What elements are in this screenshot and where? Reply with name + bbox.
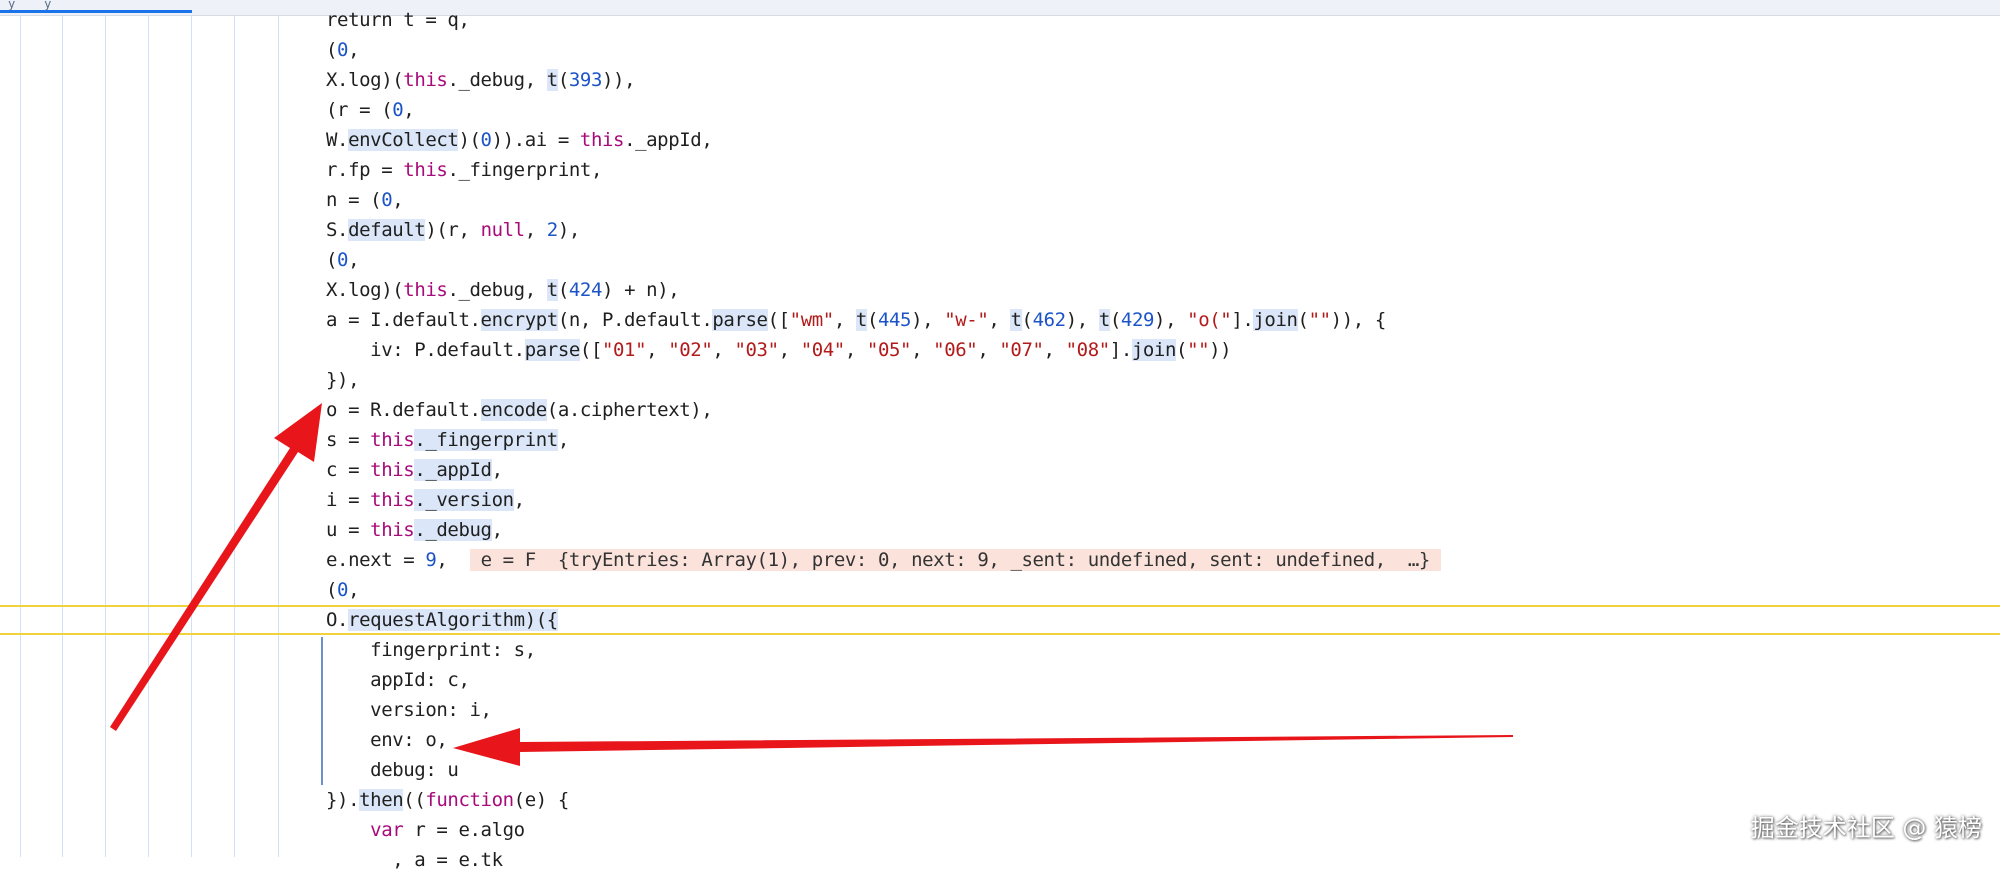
code-line: appId: c, xyxy=(326,669,470,691)
code-line: }).then((function(e) { xyxy=(326,789,569,811)
indent-guide xyxy=(148,16,149,857)
indent-guide xyxy=(105,16,106,857)
code-line: (0, xyxy=(326,579,360,601)
code-line: version: i, xyxy=(326,699,492,721)
code-line: n = (0, xyxy=(326,189,404,211)
code-line: r.fp = this._fingerprint, xyxy=(326,159,602,181)
code-editor[interactable]: return t = q, (0, X.log)(this._debug, t(… xyxy=(0,0,2000,871)
code-line-env-encode: o = R.default.encode(a.ciphertext), xyxy=(326,399,713,421)
code-line: var r = e.algo xyxy=(370,819,525,841)
code-line: c = this._appId, xyxy=(326,459,503,481)
code-line: s = this._fingerprint, xyxy=(326,429,569,451)
code-line-env-param: env: o, xyxy=(326,729,448,751)
code-line-current: O.requestAlgorithm)({ xyxy=(326,609,558,631)
code-line: iv: P.default.parse(["01", "02", "03", "… xyxy=(326,339,1232,361)
code-line: , a = e.tk xyxy=(326,849,503,871)
code-line: X.log)(this._debug, t(393)), xyxy=(326,69,636,91)
code-line: u = this._debug, xyxy=(326,519,503,541)
inline-debug-value[interactable]: e = F {tryEntries: Array(1), prev: 0, ne… xyxy=(469,549,1441,571)
code-line: S.default)(r, null, 2), xyxy=(326,219,580,241)
code-line: W.envCollect)(0)).ai = this._appId, xyxy=(326,129,713,151)
code-line: i = this._version, xyxy=(326,489,525,511)
code-line: fingerprint: s, xyxy=(326,639,536,661)
code-line: }), xyxy=(326,369,360,391)
watermark: 掘金技术社区 @ 猿榜 xyxy=(1750,814,1982,842)
scope-bracket xyxy=(321,637,323,785)
code-line: X.log)(this._debug, t(424) + n), xyxy=(326,279,680,301)
code-line: (0, xyxy=(326,39,360,61)
code-line: e.next = 9, e = F {tryEntries: Array(1),… xyxy=(326,549,1441,571)
code-line: return t = q, xyxy=(326,9,470,31)
indent-guide xyxy=(278,16,279,857)
code-line: debug: u xyxy=(326,759,459,781)
indent-guide xyxy=(234,16,235,857)
code-line: a = I.default.encrypt(n, P.default.parse… xyxy=(326,309,1386,331)
code-line: (r = (0, xyxy=(326,99,415,121)
indent-guide xyxy=(20,16,21,857)
indent-guide xyxy=(62,16,63,857)
indent-guide xyxy=(191,16,192,857)
code-line: (0, xyxy=(326,249,360,271)
execution-line-highlight xyxy=(0,605,2000,635)
